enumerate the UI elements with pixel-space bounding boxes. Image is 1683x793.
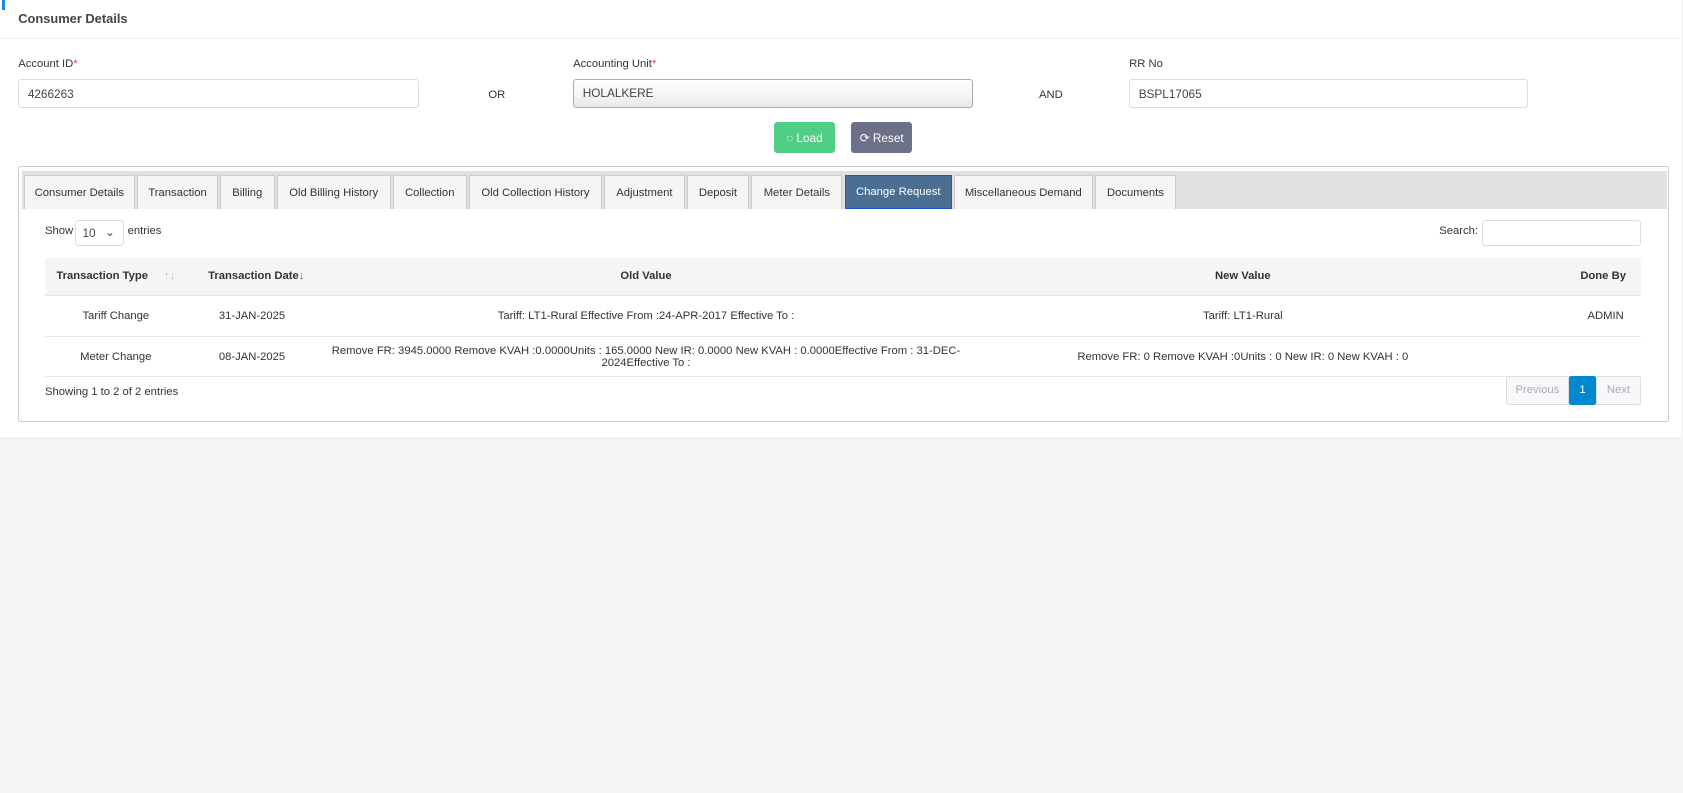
column-transaction-date[interactable]: Transaction Date↓ xyxy=(186,257,330,297)
table-info: Showing 1 to 2 of 2 entries xyxy=(44,386,179,399)
cell-old-value: Tariff: LT1-Rural Effective From :24-APR… xyxy=(329,295,963,337)
table-row: Tariff Change 31-JAN-2025 Tariff: LT1-Ru… xyxy=(44,295,1641,337)
accounting-unit-select[interactable]: HOLALKERE xyxy=(573,79,974,109)
cell-old-value: Remove FR: 3945.0000 Remove KVAH :0.0000… xyxy=(329,336,963,378)
tabs-container: Consumer Details Transaction Billing Old… xyxy=(18,166,1669,422)
cell-done-by xyxy=(1522,336,1641,378)
cell-transaction-type: Meter Change xyxy=(44,336,187,378)
tab-documents[interactable]: Documents xyxy=(1094,174,1177,210)
account-id-input[interactable]: 4266263 xyxy=(18,79,419,109)
previous-button[interactable]: Previous xyxy=(1505,375,1570,405)
tab-collection[interactable]: Collection xyxy=(392,174,467,210)
cell-new-value: Remove FR: 0 Remove KVAH :0Units : 0 New… xyxy=(962,336,1523,378)
change-request-table: Transaction Type ↑↓ Transaction Date↓ Ol… xyxy=(44,257,1641,378)
account-id-label: Account ID* xyxy=(18,57,78,70)
reset-button[interactable]: ⟳ Reset xyxy=(851,122,913,154)
tab-consumer-details[interactable]: Consumer Details xyxy=(23,174,136,210)
cell-done-by: ADMIN xyxy=(1522,295,1641,337)
tab-billing[interactable]: Billing xyxy=(219,174,275,210)
refresh-icon: ⟳ xyxy=(859,130,870,145)
cell-transaction-date: 08-JAN-2025 xyxy=(186,336,330,378)
tab-change-request[interactable]: Change Request xyxy=(844,174,952,210)
panel-header: Consumer Details xyxy=(0,0,1681,39)
tab-old-billing-history[interactable]: Old Billing History xyxy=(276,174,391,210)
entries-label: entries xyxy=(127,225,162,238)
tab-old-collection-history[interactable]: Old Collection History xyxy=(468,174,603,210)
next-button[interactable]: Next xyxy=(1595,375,1641,405)
page-title: Consumer Details xyxy=(18,10,128,26)
column-transaction-type[interactable]: Transaction Type ↑↓ xyxy=(44,257,187,297)
page-1-button[interactable]: 1 xyxy=(1569,375,1596,405)
spinner-icon: ◌ xyxy=(786,130,794,145)
page-size-select[interactable]: 10 ⌄ xyxy=(75,219,125,246)
column-old-value[interactable]: Old Value xyxy=(329,257,963,297)
tab-transaction[interactable]: Transaction xyxy=(137,174,218,210)
and-label: AND xyxy=(1038,89,1063,102)
column-new-value[interactable]: New Value xyxy=(962,257,1523,297)
rr-no-label: RR No xyxy=(1129,57,1163,70)
consumer-details-panel: Consumer Details Account ID* 4266263 OR … xyxy=(0,0,1681,439)
chevron-down-icon: ⌄ xyxy=(104,225,115,240)
column-done-by[interactable]: Done By xyxy=(1522,257,1641,297)
tab-miscellaneous-demand[interactable]: Miscellaneous Demand xyxy=(954,174,1093,210)
tab-deposit[interactable]: Deposit xyxy=(686,174,750,210)
sort-icon: ↑↓ xyxy=(164,270,176,283)
show-label: Show xyxy=(44,225,74,238)
load-button[interactable]: ◌ Load xyxy=(773,122,836,154)
cell-transaction-date: 31-JAN-2025 xyxy=(186,295,330,337)
cell-new-value: Tariff: LT1-Rural xyxy=(962,295,1523,337)
cell-transaction-type: Tariff Change xyxy=(44,295,187,337)
tab-meter-details[interactable]: Meter Details xyxy=(751,174,843,210)
search-input[interactable] xyxy=(1482,219,1641,246)
tab-bar: Consumer Details Transaction Billing Old… xyxy=(22,170,1667,210)
sort-desc-icon: ↓ xyxy=(298,270,305,283)
or-label: OR xyxy=(488,89,506,102)
table-row: Meter Change 08-JAN-2025 Remove FR: 3945… xyxy=(44,336,1641,378)
rr-no-input[interactable]: BSPL17065 xyxy=(1129,79,1529,109)
tab-adjustment[interactable]: Adjustment xyxy=(604,174,685,210)
search-label: Search: xyxy=(1439,225,1478,238)
accounting-unit-label: Accounting Unit* xyxy=(573,57,657,70)
